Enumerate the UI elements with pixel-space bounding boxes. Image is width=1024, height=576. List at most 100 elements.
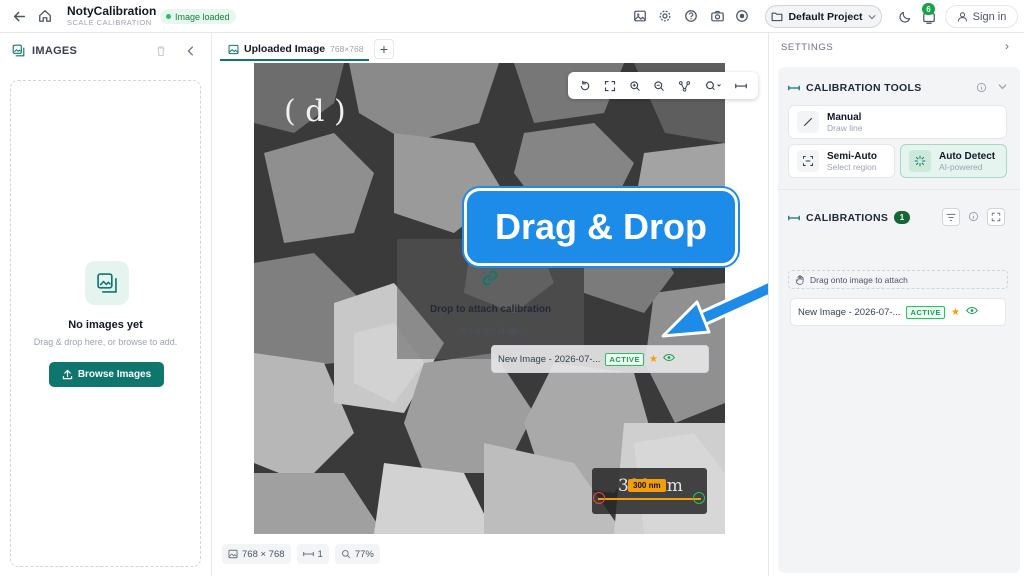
back-arrow-icon[interactable] bbox=[8, 5, 30, 27]
drag-drop-callout: Drag & Drop bbox=[464, 188, 738, 266]
project-name: Default Project bbox=[788, 10, 863, 23]
app-brand: NotyCalibration SCALE CALIBRATION bbox=[67, 4, 157, 28]
filter-icon bbox=[946, 213, 956, 221]
eye-icon[interactable] bbox=[663, 353, 675, 365]
expand-button[interactable] bbox=[987, 208, 1005, 226]
app-subtitle: SCALE CALIBRATION bbox=[67, 18, 152, 27]
star-icon[interactable]: ★ bbox=[951, 307, 960, 318]
settings-content: CALIBRATION TOOLS Manual Draw line Semi-A… bbox=[778, 67, 1020, 573]
status-size: 768 × 768 bbox=[222, 544, 291, 564]
chevron-down-icon[interactable] bbox=[998, 82, 1007, 94]
tool-sub: Draw line bbox=[827, 122, 863, 133]
calibration-item-name: New Image - 2026-07-... bbox=[798, 306, 901, 318]
image-toolbar bbox=[568, 72, 758, 99]
gear-icon[interactable] bbox=[654, 5, 676, 27]
project-selector[interactable]: Default Project bbox=[765, 5, 882, 28]
filter-button[interactable] bbox=[942, 208, 960, 226]
drag-hint-text: Drag onto image to attach bbox=[810, 274, 908, 285]
ruler-icon bbox=[302, 551, 314, 557]
rotate-icon[interactable] bbox=[579, 80, 591, 92]
collapse-right-icon[interactable]: › bbox=[1005, 39, 1009, 53]
status-zoom: 77% bbox=[334, 544, 380, 564]
top-bar: NotyCalibration SCALE CALIBRATION Image … bbox=[0, 0, 1024, 33]
status-bar: 768 × 768 1 77% bbox=[222, 542, 380, 566]
tab-label: Uploaded Image bbox=[244, 43, 326, 55]
status-calibration-count: 1 bbox=[296, 544, 329, 564]
scale-bar[interactable]: 300 nm 300 nm bbox=[592, 468, 707, 514]
tool-sub: AI-powered bbox=[939, 161, 983, 172]
signin-label: Sign in bbox=[972, 10, 1007, 23]
image-panel-label: ( d ) bbox=[284, 94, 346, 129]
camera-icon[interactable] bbox=[706, 5, 728, 27]
tool-name: Manual bbox=[827, 111, 862, 123]
image-icon[interactable] bbox=[629, 5, 651, 27]
notification-count: 6 bbox=[922, 3, 935, 15]
tool-name: Semi-Auto bbox=[827, 150, 877, 162]
browse-images-button[interactable]: Browse Images bbox=[49, 362, 164, 387]
empty-subtitle: Drag & drop here, or browse to add. bbox=[33, 337, 178, 347]
trash-icon[interactable] bbox=[155, 45, 167, 60]
zoom-out-icon[interactable] bbox=[653, 80, 665, 92]
home-icon[interactable] bbox=[34, 5, 56, 27]
status-count-text: 1 bbox=[317, 548, 323, 560]
ruler-icon bbox=[788, 215, 800, 220]
empty-title: No images yet bbox=[68, 319, 143, 331]
images-panel-title: IMAGES bbox=[12, 44, 77, 57]
tool-auto-detect[interactable]: Auto Detect AI-powered bbox=[900, 144, 1007, 178]
scale-line bbox=[598, 498, 701, 500]
tools-title-text: CALIBRATION TOOLS bbox=[806, 82, 922, 94]
moon-icon[interactable] bbox=[894, 5, 916, 27]
calibration-item[interactable]: New Image - 2026-07-... ACTIVE ★ bbox=[790, 298, 1006, 326]
width-icon[interactable] bbox=[734, 81, 747, 91]
star-icon[interactable]: ★ bbox=[649, 354, 658, 365]
expand-icon bbox=[991, 212, 1001, 222]
eye-icon[interactable] bbox=[966, 306, 978, 318]
calibration-tools-title: CALIBRATION TOOLS bbox=[788, 82, 922, 94]
tool-manual[interactable]: Manual Draw line bbox=[788, 105, 1007, 139]
zoom-in-icon[interactable] bbox=[629, 80, 641, 92]
images-icon bbox=[12, 44, 25, 57]
magnifier-icon[interactable] bbox=[704, 80, 722, 92]
fit-screen-icon[interactable] bbox=[604, 80, 616, 92]
upload-icon bbox=[62, 369, 73, 380]
drop-subtitle: to current image bbox=[459, 325, 522, 335]
scale-handle-left[interactable] bbox=[593, 492, 605, 504]
tool-semi-auto[interactable]: Semi-Auto Select region bbox=[788, 144, 895, 178]
app-title: NotyCalibration bbox=[67, 4, 157, 18]
info-icon[interactable] bbox=[976, 82, 987, 96]
calibration-item-badge: ACTIVE bbox=[906, 305, 945, 319]
image-tab-icon bbox=[228, 44, 239, 54]
signin-button[interactable]: Sign in bbox=[945, 5, 1018, 28]
help-icon[interactable] bbox=[680, 5, 702, 27]
images-placeholder-icon bbox=[85, 261, 129, 305]
collapse-left-icon[interactable] bbox=[186, 45, 196, 60]
calibrations-title-text: CALIBRATIONS bbox=[806, 211, 889, 224]
record-icon[interactable] bbox=[731, 5, 753, 27]
select-region-icon bbox=[797, 150, 819, 172]
status-text: Image loaded bbox=[175, 11, 230, 22]
scale-chip: 300 nm bbox=[628, 479, 666, 492]
images-title-text: IMAGES bbox=[32, 44, 78, 57]
status-size-text: 768 × 768 bbox=[242, 548, 285, 560]
status-zoom-text: 77% bbox=[354, 548, 374, 560]
chevron-down-icon bbox=[867, 14, 876, 19]
section-divider bbox=[778, 189, 1020, 190]
status-dot-icon bbox=[166, 14, 171, 19]
status-badge: Image loaded bbox=[160, 9, 236, 24]
tab-uploaded-image[interactable]: Uploaded Image 768×768 bbox=[220, 39, 369, 61]
user-icon bbox=[957, 12, 967, 22]
add-tab-button[interactable]: + bbox=[374, 39, 394, 59]
info-icon[interactable] bbox=[968, 211, 979, 225]
settings-panel: SETTINGS › CALIBRATION TOOLS Manual Draw … bbox=[768, 33, 1024, 576]
image-dropzone[interactable]: No images yet Drag & drop here, or brows… bbox=[10, 80, 201, 567]
images-panel: IMAGES No images yet Drag & drop here, o… bbox=[0, 33, 212, 576]
scale-handle-right[interactable] bbox=[693, 492, 705, 504]
calibrations-count: 1 bbox=[894, 211, 911, 224]
sparkle-icon bbox=[909, 150, 931, 172]
measure-icon[interactable] bbox=[678, 80, 691, 92]
drag-card-name: New Image - 2026-07-... bbox=[498, 353, 601, 365]
link-icon bbox=[481, 269, 499, 290]
folder-icon bbox=[772, 12, 783, 22]
hand-icon bbox=[795, 274, 804, 285]
tab-dims: 768×768 bbox=[330, 44, 364, 54]
